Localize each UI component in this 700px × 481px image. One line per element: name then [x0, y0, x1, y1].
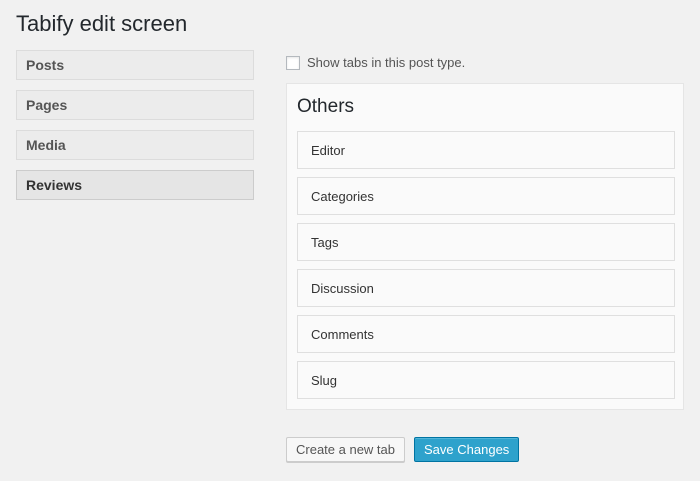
tab-panel: Others Editor Categories Tags Discussion…: [286, 83, 684, 410]
show-tabs-checkbox[interactable]: [286, 55, 300, 70]
tab-title: Others: [297, 96, 355, 117]
tab-item-discussion[interactable]: Discussion: [297, 269, 675, 307]
tab-item-list: Editor Categories Tags Discussion Commen…: [297, 131, 675, 407]
create-tab-button[interactable]: Create a new tab: [286, 437, 406, 462]
tab-item-tags[interactable]: Tags: [297, 223, 675, 261]
post-type-media[interactable]: Media: [16, 130, 254, 160]
page-title: Tabify edit screen: [16, 11, 188, 36]
save-changes-button[interactable]: Save Changes: [414, 437, 520, 462]
action-bar: Create a new tab Save Changes: [286, 437, 520, 462]
tab-item-categories[interactable]: Categories: [297, 177, 675, 215]
post-type-posts[interactable]: Posts: [16, 50, 254, 80]
post-type-pages[interactable]: Pages: [16, 90, 254, 120]
tab-item-comments[interactable]: Comments: [297, 315, 675, 353]
tab-item-editor[interactable]: Editor: [297, 131, 675, 169]
show-tabs-label: Show tabs in this post type.: [307, 55, 466, 70]
tab-item-slug[interactable]: Slug: [297, 361, 675, 399]
show-tabs-option[interactable]: Show tabs in this post type.: [286, 55, 465, 70]
post-type-reviews[interactable]: Reviews: [16, 170, 254, 200]
post-type-list: Posts Pages Media Reviews: [16, 50, 254, 210]
